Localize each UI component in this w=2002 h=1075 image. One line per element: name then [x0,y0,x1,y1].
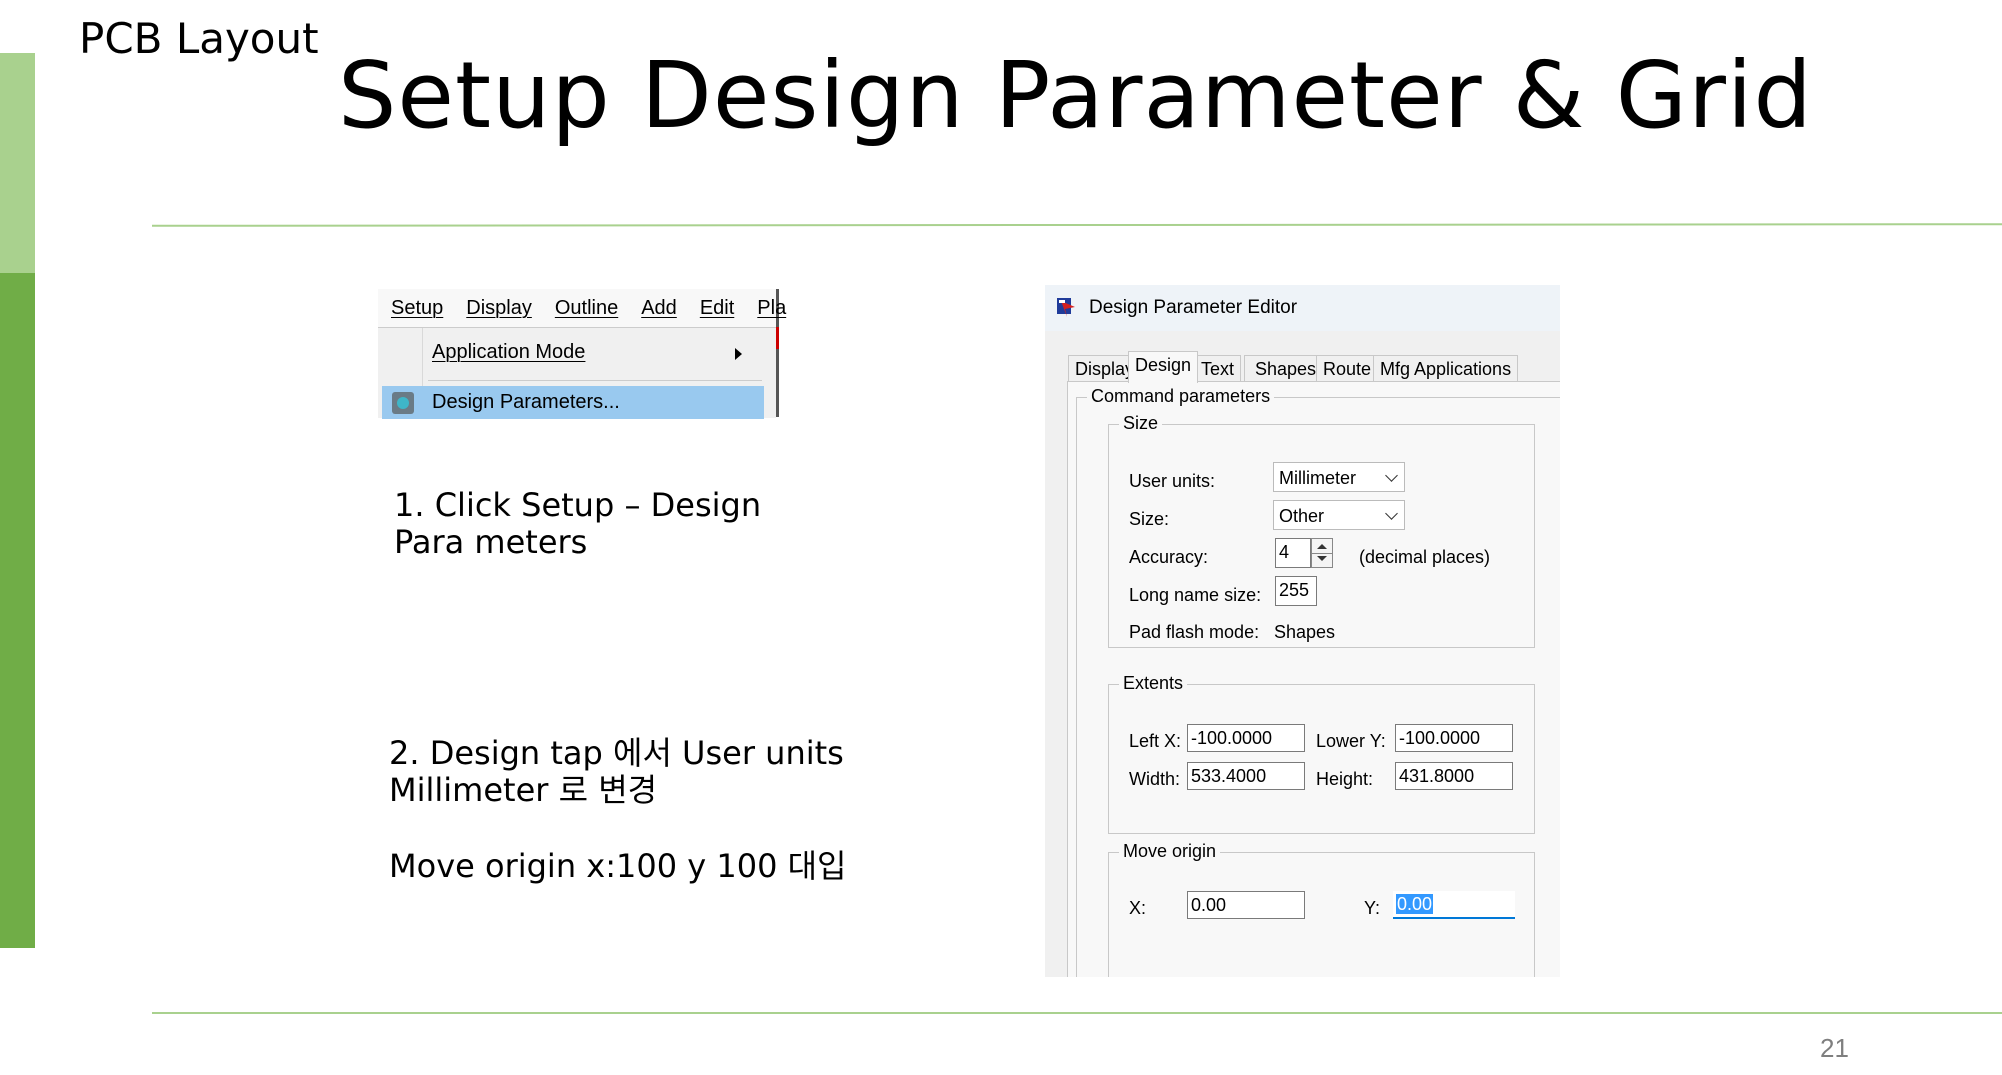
origin-x-label: X: [1129,898,1147,918]
submenu-arrow-icon [735,348,742,360]
spin-down-icon [1317,556,1327,561]
menu-place[interactable]: Pla [757,297,786,320]
user-units-value: Millimeter [1279,468,1357,488]
app-logo-icon [1057,298,1075,317]
accuracy-spinner[interactable] [1311,538,1333,568]
lower-y-input[interactable]: -100.0000 [1395,724,1513,752]
user-units-label: User units: [1129,471,1216,491]
setup-dropdown: Application Mode Design Parameters... [378,327,776,419]
bottom-divider [152,1012,2002,1014]
instruction-step-1: 1. Click Setup – Design Para meters [394,486,762,561]
accent-bar-dark [0,273,35,948]
tab-strip: Display Design Text Shapes Route Mfg App… [1068,351,1558,383]
window-edge-stripe [776,327,779,349]
extents-group: Extents Left X: -100.0000 Lower Y: -100.… [1108,673,1535,834]
dialog-titlebar: Design Parameter Editor [1045,285,1560,331]
group-caption: Size [1119,413,1163,434]
origin-x-input[interactable]: 0.00 [1187,891,1305,919]
page-number: 21 [1820,1033,1849,1063]
instruction-step-3: Move origin x:100 y 100 대입 [389,847,847,885]
menu-setup[interactable]: Setup [391,297,443,320]
chevron-down-icon [1385,469,1398,482]
tab-design[interactable]: Design [1128,351,1199,383]
width-input[interactable]: 533.4000 [1187,762,1305,790]
menu-outline[interactable]: Outline [555,297,618,320]
tab-text[interactable]: Text [1194,355,1242,382]
group-caption: Extents [1119,673,1188,694]
size-label: Size: [1129,509,1170,529]
group-caption: Command parameters [1087,386,1275,407]
move-origin-group: Move origin X: 0.00 Y: 0.00 [1108,841,1535,977]
menu-item-label: Application Mode [432,341,586,363]
menu-item-application-mode[interactable]: Application Mode [432,334,762,370]
spin-up-icon [1317,544,1327,549]
menu-item-design-parameters[interactable]: Design Parameters... [382,386,764,419]
accuracy-unit-label: (decimal places) [1359,547,1491,567]
design-parameter-editor-dialog: Design Parameter Editor Display Design T… [1045,285,1560,977]
slide-title: Setup Design Parameter & Grid [338,42,1813,149]
user-units-select[interactable]: Millimeter [1273,462,1405,492]
long-name-size-label: Long name size: [1129,585,1262,605]
menu-display[interactable]: Display [466,297,532,320]
accuracy-label: Accuracy: [1129,547,1209,567]
gear-icon [392,392,414,414]
size-group: Size User units: Millimeter Size: Other … [1108,413,1535,648]
top-divider [151,223,2002,227]
accent-bar-light [0,53,35,273]
selected-text: 0.00 [1396,894,1434,914]
menu-add[interactable]: Add [641,297,677,320]
dialog-title: Design Parameter Editor [1089,297,1298,318]
group-caption: Move origin [1119,841,1221,862]
menu-item-label: Design Parameters... [432,391,620,413]
pad-flash-mode-value: Shapes [1274,622,1336,642]
accuracy-input[interactable]: 4 [1275,538,1311,568]
pad-flash-mode-label: Pad flash mode: [1129,622,1260,642]
menu-separator [428,380,762,381]
size-select[interactable]: Other [1273,500,1405,530]
slide-kicker: PCB Layout [79,14,319,63]
chevron-down-icon [1385,507,1398,520]
origin-y-input[interactable]: 0.00 [1393,891,1515,919]
setup-menu-screenshot: Setup Display Outline Add Edit Pla Appli… [378,289,786,419]
tab-shapes[interactable]: Shapes [1244,355,1328,382]
height-label: Height: [1316,769,1374,789]
tab-route[interactable]: Route [1316,355,1379,382]
spin-divider [1312,553,1332,554]
instruction-step-2: 2. Design tap 에서 User units Millimeter 로… [389,734,844,809]
height-input[interactable]: 431.8000 [1395,762,1513,790]
lower-y-label: Lower Y: [1316,731,1386,751]
long-name-size-input[interactable]: 255 [1275,576,1317,606]
width-label: Width: [1129,769,1181,789]
origin-y-label: Y: [1364,898,1381,918]
menu-edit[interactable]: Edit [700,297,734,320]
left-x-input[interactable]: -100.0000 [1187,724,1305,752]
left-x-label: Left X: [1129,731,1182,751]
size-value: Other [1279,506,1325,526]
menu-bar: Setup Display Outline Add Edit Pla [378,289,786,327]
design-tab-panel: Command parameters Size User units: Mill… [1067,381,1560,977]
tab-mfg-applications[interactable]: Mfg Applications [1373,355,1519,382]
